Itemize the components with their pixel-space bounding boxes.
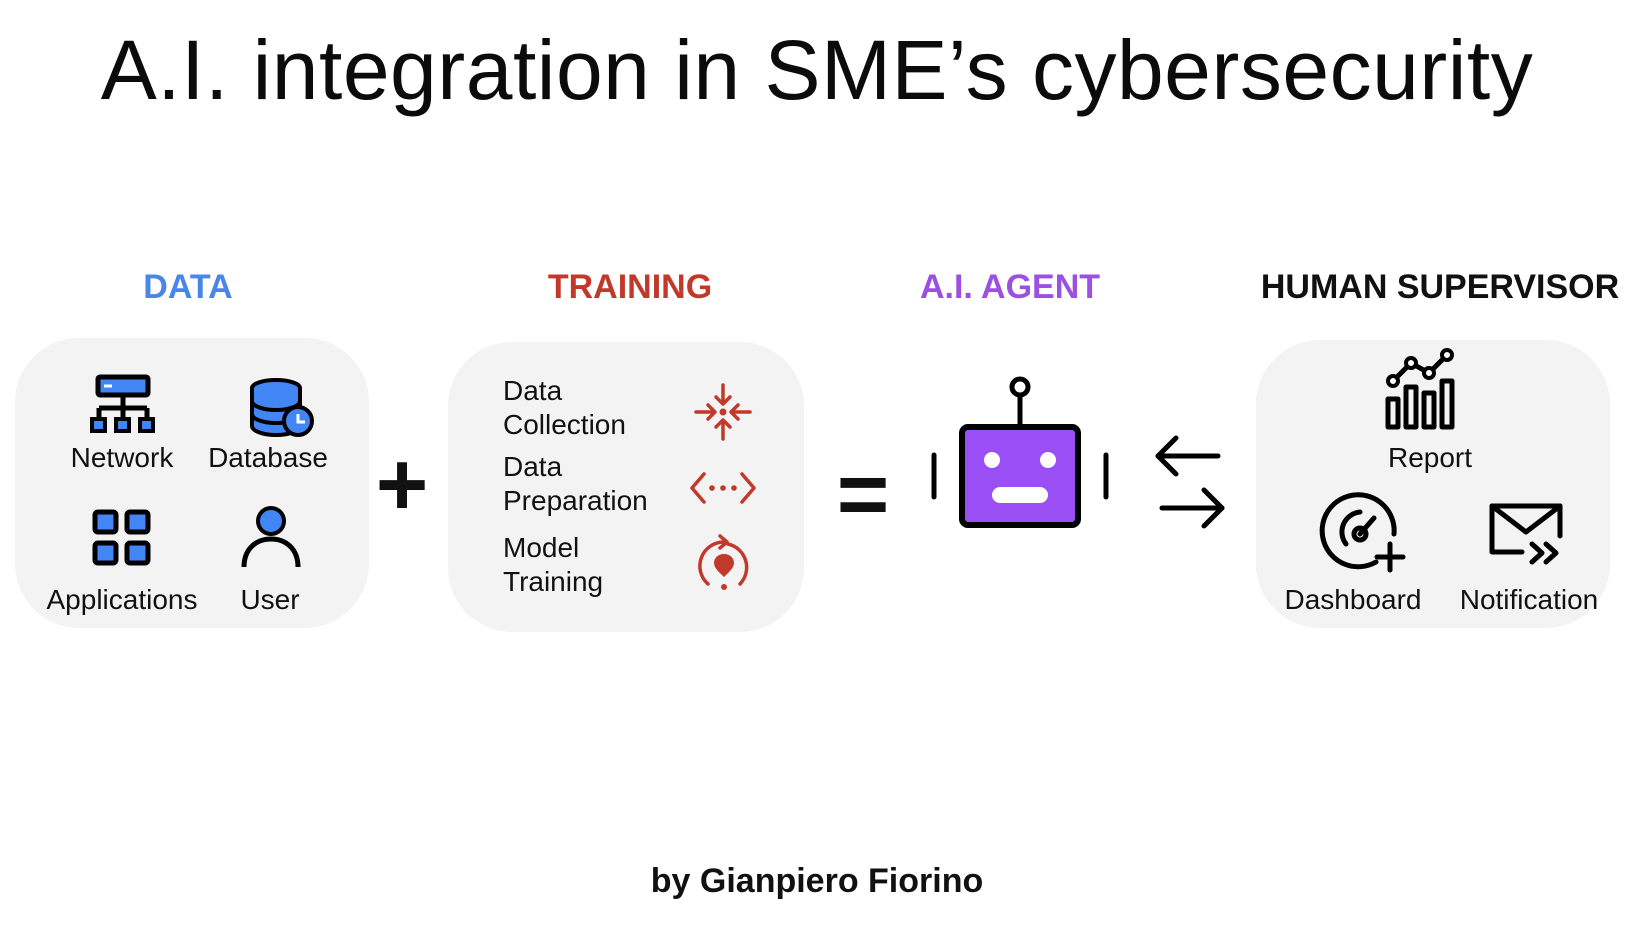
notification-label: Notification [1459, 584, 1599, 615]
equals-operator: = [836, 445, 890, 545]
preparation-line2: Preparation [503, 485, 648, 516]
network-label: Network [70, 442, 174, 473]
preparation-line1: Data [503, 451, 563, 482]
page-title: A.I. integration in SME’s cybersecurity [100, 23, 1534, 117]
model-line1: Model [503, 532, 580, 563]
collect-icon [694, 383, 752, 441]
user-label: User [240, 584, 300, 615]
exchange-arrows-icon [1155, 435, 1225, 529]
author-credit: by Gianpiero Fiorino [650, 862, 984, 900]
database-icon [250, 378, 314, 438]
refresh-icon [698, 534, 749, 590]
robot-icon [931, 376, 1109, 528]
applications-icon [92, 509, 151, 566]
applications-label: Applications [46, 584, 198, 615]
report-label: Report [1387, 442, 1473, 473]
training-item-collection: Data Collection [503, 374, 626, 442]
database-label: Database [208, 442, 328, 473]
training-section-title: TRAINING [547, 268, 713, 306]
training-item-model: Model Training [503, 531, 603, 599]
model-line2: Training [503, 566, 604, 597]
gauge-icon [1319, 492, 1406, 573]
network-icon [90, 374, 155, 433]
data-section-title: DATA [143, 268, 233, 306]
dashboard-label: Dashboard [1284, 584, 1422, 615]
chart-icon [1385, 348, 1455, 430]
user-icon [241, 506, 301, 568]
plus-operator: + [375, 435, 429, 535]
mail-icon [1489, 503, 1563, 565]
agent-section-title: A.I. AGENT [919, 268, 1101, 306]
supervisor-section-title: HUMAN SUPERVISOR [1260, 268, 1620, 306]
training-item-preparation: Data Preparation [503, 450, 648, 518]
collection-line2: Collection [503, 409, 626, 440]
collection-line1: Data [503, 375, 563, 406]
code-icon [690, 472, 756, 504]
